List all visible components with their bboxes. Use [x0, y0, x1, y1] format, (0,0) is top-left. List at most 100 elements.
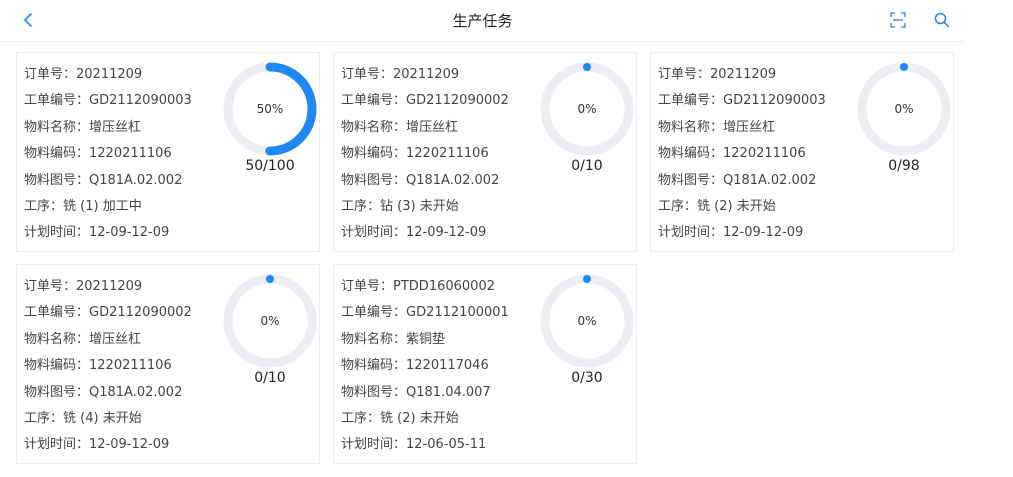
material-code-value: 1220211106	[406, 146, 489, 162]
material-name-row: 物料名称：紫铜垫	[341, 331, 509, 359]
task-info: 订单号：20211209 工单编号：GD2112090003 物料名称：增压丝杠 物料…	[658, 68, 826, 253]
plan-time-row: 计划时间：12-06-05-11	[341, 438, 509, 464]
plan-time-value: 12-06-05-11	[406, 437, 487, 453]
plan-time-row: 计划时间：12-09-12-09	[24, 438, 192, 464]
material-code-label: 物料编码：	[341, 146, 407, 162]
progress-percent: 50%	[257, 102, 284, 116]
plan-time-value: 12-09-12-09	[723, 225, 804, 241]
material-code-row: 物料编码：1220211106	[341, 147, 509, 173]
material-code-row: 物料编码：1220211106	[658, 147, 826, 173]
process-row: 工序：铣 (4) 未开始	[24, 410, 192, 438]
material-name-row: 物料名称：增压丝杠	[24, 119, 192, 147]
drawing-no-value: Q181A.02.002	[723, 172, 817, 188]
drawing-no-label: 物料图号：	[341, 172, 407, 188]
order-no-value: 20211209	[710, 67, 777, 82]
progress-ring: 0%	[220, 271, 320, 371]
material-code-label: 物料编码：	[24, 358, 90, 374]
plan-time-row: 计划时间：12-09-12-09	[24, 226, 192, 252]
progress-percent: 0%	[577, 102, 596, 116]
material-name-label: 物料名称：	[24, 331, 90, 347]
drawing-no-label: 物料图号：	[341, 384, 407, 400]
material-name-label: 物料名称：	[658, 119, 724, 135]
plan-time-label: 计划时间：	[24, 225, 90, 241]
progress-percent: 0%	[894, 102, 913, 116]
order-no-value: PTDD16060002	[393, 279, 495, 294]
drawing-no-value: Q181A.02.002	[89, 172, 183, 188]
work-order-no-row: 工单编号：GD2112090002	[341, 94, 509, 120]
scan-icon[interactable]	[889, 11, 907, 29]
task-info: 订单号：PTDD16060002 工单编号：GD2112100001 物料名称：紫铜…	[341, 280, 509, 465]
progress-percent: 0%	[260, 314, 279, 328]
process-value: 铣 (1) 加工中	[63, 198, 142, 214]
drawing-no-label: 物料图号：	[658, 172, 724, 188]
process-label: 工序：	[341, 410, 381, 426]
process-row: 工序：铣 (1) 加工中	[24, 198, 192, 226]
material-code-value: 1220211106	[89, 358, 172, 374]
material-code-label: 物料编码：	[658, 146, 724, 162]
order-no-value: 20211209	[393, 67, 460, 82]
process-value: 铣 (2) 未开始	[380, 410, 459, 426]
task-card[interactable]: 订单号：20211209 工单编号：GD2112090003 物料名称：增压丝杠 物料…	[650, 52, 954, 252]
process-label: 工序：	[24, 410, 64, 426]
material-code-value: 1220117046	[406, 358, 489, 374]
work-order-no-value: GD2112090002	[406, 93, 509, 109]
top-bar: 生产任务	[0, 0, 965, 42]
plan-time-label: 计划时间：	[341, 437, 407, 453]
work-order-no-label: 工单编号：	[341, 305, 407, 321]
order-no-label: 订单号：	[24, 279, 77, 294]
order-no-row: 订单号：20211209	[24, 280, 192, 306]
task-card[interactable]: 订单号：PTDD16060002 工单编号：GD2112100001 物料名称：紫铜…	[333, 264, 637, 464]
work-order-no-value: GD2112090003	[89, 93, 192, 109]
order-no-label: 订单号：	[341, 67, 394, 82]
material-name-value: 增压丝杠	[89, 331, 142, 347]
task-card[interactable]: 订单号：20211209 工单编号：GD2112090003 物料名称：增压丝杠 物料…	[16, 52, 320, 252]
work-order-no-row: 工单编号：GD2112100001	[341, 306, 509, 332]
task-info: 订单号：20211209 工单编号：GD2112090002 物料名称：增压丝杠 物料…	[341, 68, 509, 253]
work-order-no-label: 工单编号：	[24, 93, 90, 109]
drawing-no-value: Q181A.02.002	[406, 172, 500, 188]
material-code-label: 物料编码：	[24, 146, 90, 162]
order-no-row: 订单号：20211209	[658, 68, 826, 94]
drawing-no-value: Q181A.02.002	[89, 384, 183, 400]
material-name-value: 增压丝杠	[406, 119, 459, 135]
order-no-label: 订单号：	[658, 67, 711, 82]
plan-time-label: 计划时间：	[341, 225, 407, 241]
work-order-no-row: 工单编号：GD2112090002	[24, 306, 192, 332]
material-code-row: 物料编码：1220211106	[24, 147, 192, 173]
plan-time-value: 12-09-12-09	[89, 437, 170, 453]
progress-dot	[266, 275, 274, 283]
work-order-no-value: GD2112100001	[406, 305, 509, 321]
progress-ratio: 0/30	[571, 370, 603, 386]
work-order-no-label: 工单编号：	[24, 305, 90, 321]
material-code-value: 1220211106	[723, 146, 806, 162]
search-icon[interactable]	[933, 11, 951, 29]
work-order-no-value: GD2112090002	[89, 305, 192, 321]
order-no-row: 订单号：PTDD16060002	[341, 280, 509, 306]
progress-ratio: 0/10	[254, 370, 286, 386]
process-label: 工序：	[341, 198, 381, 214]
task-card[interactable]: 订单号：20211209 工单编号：GD2112090002 物料名称：增压丝杠 物料…	[333, 52, 637, 252]
progress-ring: 0%	[537, 59, 637, 159]
order-no-label: 订单号：	[24, 67, 77, 82]
material-name-label: 物料名称：	[24, 119, 90, 135]
material-name-label: 物料名称：	[341, 331, 407, 347]
drawing-no-row: 物料图号：Q181A.02.002	[341, 172, 509, 200]
material-name-row: 物料名称：增压丝杠	[24, 331, 192, 359]
drawing-no-row: 物料图号：Q181A.02.002	[658, 172, 826, 200]
progress-ring: 0%	[854, 59, 954, 159]
progress-dot	[900, 63, 908, 71]
task-card[interactable]: 订单号：20211209 工单编号：GD2112090002 物料名称：增压丝杠 物料…	[16, 264, 320, 464]
drawing-no-label: 物料图号：	[24, 172, 90, 188]
material-name-value: 增压丝杠	[723, 119, 776, 135]
progress-ring: 0%	[537, 271, 637, 371]
plan-time-value: 12-09-12-09	[406, 225, 487, 241]
process-value: 铣 (4) 未开始	[63, 410, 142, 426]
process-row: 工序：钻 (3) 未开始	[341, 198, 509, 226]
order-no-row: 订单号：20211209	[341, 68, 509, 94]
plan-time-value: 12-09-12-09	[89, 225, 170, 241]
task-info: 订单号：20211209 工单编号：GD2112090003 物料名称：增压丝杠 物料…	[24, 68, 192, 253]
process-label: 工序：	[24, 198, 64, 214]
drawing-no-value: Q181.04.007	[406, 384, 491, 400]
progress-dot	[583, 63, 591, 71]
process-row: 工序：铣 (2) 未开始	[341, 410, 509, 438]
